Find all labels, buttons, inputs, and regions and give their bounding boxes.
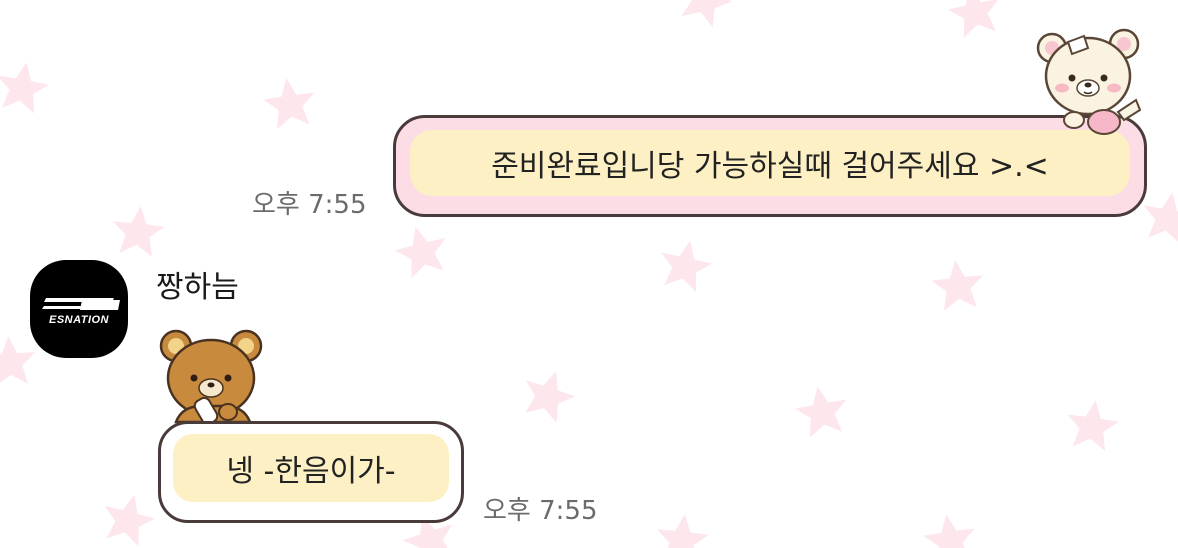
incoming-message-bubble[interactable]: 넹 -한음이가-	[158, 421, 464, 523]
incoming-message-text: 넹 -한음이가-	[173, 434, 449, 502]
white-bear-sticker-icon[interactable]	[1032, 26, 1152, 138]
esnation-logo-icon	[42, 298, 120, 310]
brown-bear-sticker-icon[interactable]	[158, 326, 268, 434]
sender-avatar[interactable]: ESNATION	[30, 260, 128, 358]
outgoing-message-time: 오후 7:55	[252, 190, 367, 220]
avatar-logo-text: ESNATION	[48, 314, 110, 326]
outgoing-message-text: 준비완료입니당 가능하실때 걸어주세요 >.<	[410, 130, 1130, 196]
incoming-message-time: 오후 7:55	[483, 496, 598, 526]
sender-name: 짱하늠	[156, 270, 239, 305]
